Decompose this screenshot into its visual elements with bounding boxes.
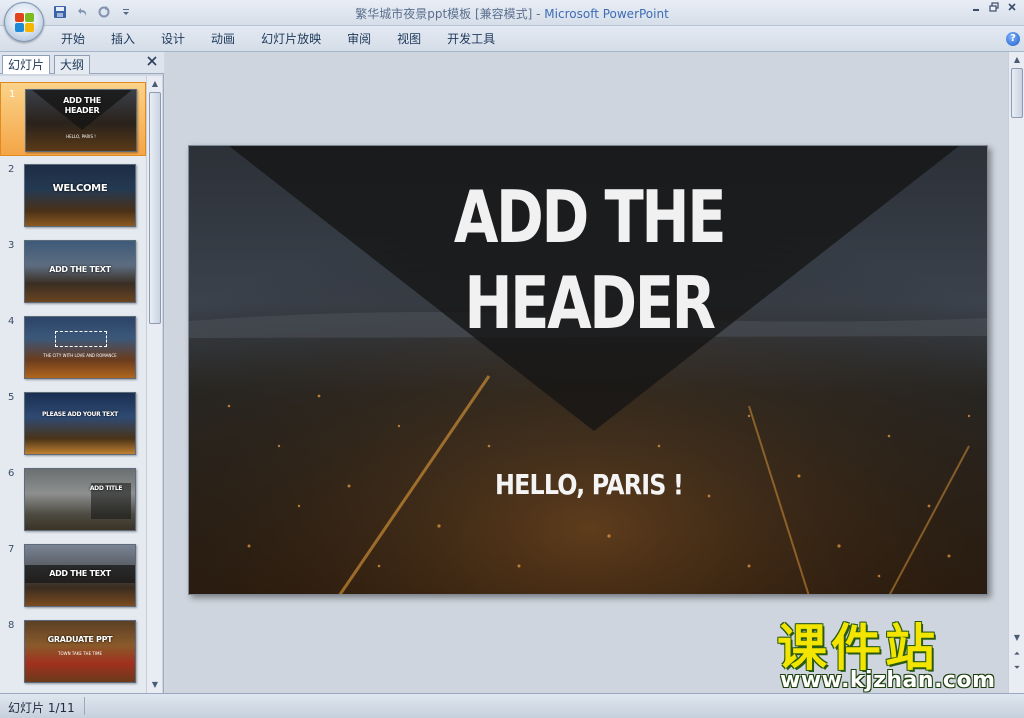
thumbnail-image: ADD TITLE [24,468,136,531]
thumbnail-list: 1 ADD THE HEADER HELLO, PARIS ! 2 WELCOM… [0,76,146,693]
tab-slide-show[interactable]: 幻灯片放映 [248,31,334,47]
thumbnail-image: GRADUATE PPT TOWN TAKE THE TIME [24,620,136,683]
office-button[interactable] [4,2,44,42]
thumbnail-subtitle: THE CITY WITH LOVE AND ROMANCE [43,353,117,358]
thumbnail-title: GRADUATE PPT [47,635,113,644]
thumbnail-title: WELCOME [52,183,108,194]
slide-header-line-2[interactable]: HEADER [269,260,909,346]
slide-thumbnail-6[interactable]: 6 ADD TITLE [0,462,146,536]
document-title: 繁华城市夜景ppt模板 [兼容模式] [355,7,533,21]
scroll-up-icon[interactable]: ▲ [149,78,161,90]
scrollbar-thumb[interactable] [1011,68,1023,118]
thumbnail-number: 3 [8,240,15,251]
thumbnail-title: ADD THE HEADER [63,96,101,115]
thumbnail-title: ADD THE TEXT [49,265,111,274]
slide-thumbnail-3[interactable]: 3 ADD THE TEXT [0,234,146,308]
thumbnail-title: ADD TITLE [89,485,123,492]
tab-slides[interactable]: 幻灯片 [2,55,51,74]
thumbnail-number: 7 [8,544,15,555]
editor-scrollbar[interactable]: ▲ ▼ ⏶ ⏷ [1008,52,1024,693]
window-controls [968,2,1020,16]
thumbnail-scrollbar[interactable]: ▲ ▼ [146,76,162,693]
thumbnail-subtitle: HELLO, PARIS ! [66,134,96,139]
thumbnail-title: PLEASE ADD YOUR TEXT [42,411,118,418]
office-logo-icon [15,13,35,33]
thumbnail-image: ADD THE HEADER HELLO, PARIS ! [25,89,137,152]
previous-slide-icon[interactable]: ⏶ [1011,648,1023,660]
slide-thumbnail-7[interactable]: 7 ADD THE TEXT [0,538,146,612]
slide-thumbnail-5[interactable]: 5 PLEASE ADD YOUR TEXT [0,386,146,460]
tab-outline[interactable]: 大纲 [54,55,91,74]
thumbnail-image: ADD THE TEXT [24,544,136,607]
pane-close-icon[interactable] [146,55,158,71]
thumbnail-image: THE CITY WITH LOVE AND ROMANCE [24,316,136,379]
thumbnail-image: WELCOME [24,164,136,227]
thumbnail-number: 2 [8,164,15,175]
watermark-url: www.kjzhan.com [780,668,996,693]
window-title: 繁华城市夜景ppt模板 [兼容模式] - Microsoft PowerPoin… [0,5,1024,22]
tab-animations[interactable]: 动画 [198,31,248,47]
ribbon: 开始 插入 设计 动画 幻灯片放映 审阅 视图 开发工具 ? [0,26,1024,52]
thumbnail-subtitle: TOWN TAKE THE TIME [58,651,102,656]
slide-thumbnail-8[interactable]: 8 GRADUATE PPT TOWN TAKE THE TIME [0,614,146,688]
slide-position-indicator: 幻灯片 1/11 [8,701,75,715]
tab-insert[interactable]: 插入 [98,31,148,47]
scroll-down-icon[interactable]: ▼ [149,679,161,691]
thumbnail-image: PLEASE ADD YOUR TEXT [24,392,136,455]
app-name: Microsoft PowerPoint [544,7,669,21]
current-slide[interactable]: ADD THE HEADER HELLO, PARIS ! [188,145,988,595]
title-bar: 繁华城市夜景ppt模板 [兼容模式] - Microsoft PowerPoin… [0,0,1024,26]
tab-review[interactable]: 审阅 [334,31,384,47]
thumbnail-frame [55,331,107,347]
thumbnail-image: ADD THE TEXT [24,240,136,303]
thumbnail-number: 4 [8,316,15,327]
next-slide-icon[interactable]: ⏷ [1011,662,1023,674]
ribbon-tabs: 开始 插入 设计 动画 幻灯片放映 审阅 视图 开发工具 [48,31,508,47]
close-icon[interactable] [1004,2,1020,16]
scroll-down-icon[interactable]: ▼ [1011,632,1023,644]
thumbnail-number: 8 [8,620,15,631]
scroll-up-icon[interactable]: ▲ [1011,54,1023,66]
pane-tabs: 幻灯片 大纲 [0,52,164,74]
thumbnail-number: 5 [8,392,15,403]
tab-design[interactable]: 设计 [148,31,198,47]
thumbnail-number: 6 [8,468,15,479]
title-separator: - [532,7,545,21]
slide-thumbnail-4[interactable]: 4 THE CITY WITH LOVE AND ROMANCE [0,310,146,384]
slide-header-line-1[interactable]: ADD THE [269,174,909,260]
scrollbar-thumb[interactable] [149,92,161,324]
slide-thumbnail-2[interactable]: 2 WELCOME [0,158,146,232]
tab-view[interactable]: 视图 [384,31,434,47]
tab-home[interactable]: 开始 [48,31,98,47]
thumbnail-number: 1 [9,89,16,100]
status-separator [84,697,85,715]
slide-subtitle[interactable]: HELLO, PARIS ! [249,468,929,501]
restore-icon[interactable] [986,2,1002,16]
slides-pane: 幻灯片 大纲 1 ADD THE HEADER HELLO, PARIS ! 2… [0,52,164,693]
minimize-icon[interactable] [968,2,984,16]
tab-developer[interactable]: 开发工具 [434,31,508,47]
help-icon[interactable]: ? [1006,32,1020,46]
status-bar: 幻灯片 1/11 [0,693,1024,718]
slide-thumbnail-1[interactable]: 1 ADD THE HEADER HELLO, PARIS ! [0,82,146,156]
thumbnail-title: ADD THE TEXT [49,569,111,578]
